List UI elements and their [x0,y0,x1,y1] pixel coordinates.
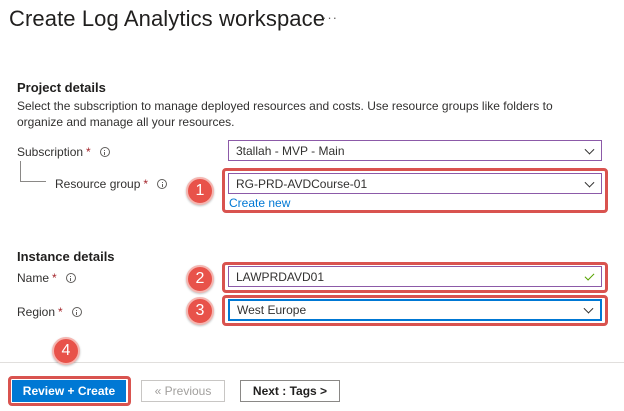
required-marker: * [86,145,91,159]
subscription-label-text: Subscription [17,145,84,159]
name-input[interactable]: LAWPRDAVD01 [228,266,602,287]
info-icon[interactable] [157,179,168,189]
tree-connector [20,161,21,182]
required-marker: * [143,177,149,191]
name-value: LAWPRDAVD01 [236,269,325,284]
subscription-select[interactable]: 3tallah - MVP - Main [228,140,602,161]
chevron-down-icon [584,177,595,188]
resource-group-label-text: Resource group [55,177,141,191]
region-value: West Europe [237,303,307,317]
required-marker: * [58,305,63,319]
subscription-label: Subscription * [17,145,110,159]
project-details-description: Select the subscription to manage deploy… [17,99,553,129]
required-marker: * [52,271,57,285]
region-label: Region * [17,305,82,319]
checkmark-icon [584,270,595,281]
subscription-value: 3tallah - MVP - Main [236,143,345,158]
tree-connector-horizontal [20,181,46,182]
chevron-down-icon [584,144,595,155]
resource-group-label: Resource group * [55,177,168,191]
page-title: Create Log Analytics workspace [9,6,326,31]
footer-divider [0,362,624,363]
callout-badge-4: 4 [52,337,80,365]
info-icon[interactable] [65,273,76,283]
callout-badge-2: 2 [186,265,214,293]
more-options-icon[interactable]: ··· [322,10,338,25]
region-label-text: Region [17,305,56,319]
callout-badge-3: 3 [186,297,214,325]
create-new-link[interactable]: Create new [229,196,290,210]
region-select[interactable]: West Europe [228,299,602,321]
resource-group-value: RG-PRD-AVDCourse-01 [236,176,368,191]
info-icon[interactable] [71,307,82,317]
callout-badge-1: 1 [186,177,214,205]
instance-details-heading: Instance details [17,249,115,264]
resource-group-select[interactable]: RG-PRD-AVDCourse-01 [228,173,602,194]
name-label-text: Name [17,271,50,285]
next-tags-button[interactable]: Next : Tags > [240,380,340,402]
info-icon[interactable] [99,147,110,157]
name-label: Name * [17,271,76,285]
project-details-heading: Project details [17,80,106,95]
review-create-button[interactable]: Review + Create [12,380,126,402]
chevron-down-icon [583,303,594,314]
previous-button[interactable]: « Previous [141,380,225,402]
